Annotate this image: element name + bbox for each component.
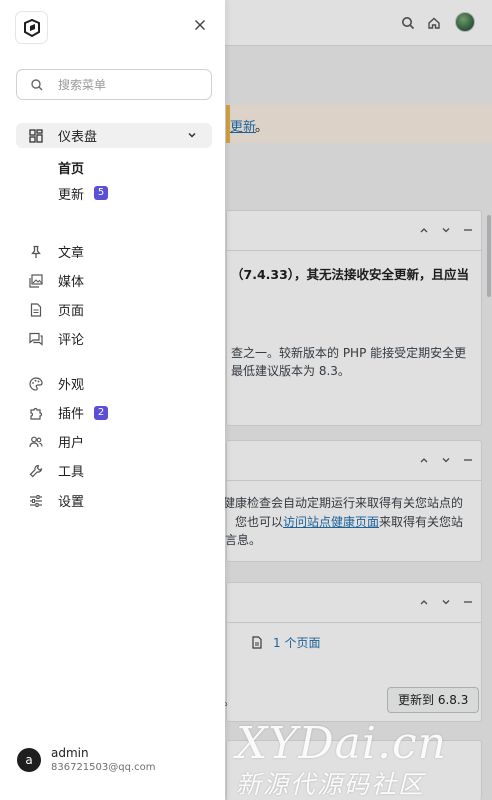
sidebar-item-posts[interactable]: 文章 <box>16 239 212 264</box>
users-icon <box>28 434 44 450</box>
sidebar-item-dashboard[interactable]: 仪表盘 <box>16 123 212 148</box>
sliders-icon <box>28 493 44 509</box>
close-drawer-button[interactable] <box>191 16 209 34</box>
updates-count-badge: 5 <box>94 186 109 200</box>
palette-icon <box>28 376 44 392</box>
dashboard-icon <box>28 128 44 144</box>
comment-icon <box>28 331 44 347</box>
sidebar-subitem-home[interactable]: 首页 <box>58 157 84 177</box>
sidebar-subitem-label: 首页 <box>58 161 85 177</box>
menu-search-input[interactable] <box>58 77 188 92</box>
sidebar-item-label: 插件 <box>58 407 85 422</box>
logo-icon <box>23 18 40 37</box>
media-icon <box>28 273 44 289</box>
sidebar-item-label: 评论 <box>58 333 85 348</box>
sidebar-item-users[interactable]: 用户 <box>16 429 212 454</box>
sidebar-item-label: 页面 <box>58 304 85 319</box>
sidebar-subitem-updates[interactable]: 更新 5 <box>58 183 109 203</box>
site-logo[interactable] <box>15 11 48 44</box>
sidebar-item-appearance[interactable]: 外观 <box>16 371 212 396</box>
user-name[interactable]: admin <box>51 746 89 760</box>
sidebar-item-label: 文章 <box>58 246 85 261</box>
sidebar-item-pages[interactable]: 页面 <box>16 297 212 322</box>
page-icon <box>28 302 44 318</box>
user-email: 836721503@qq.com <box>51 762 156 773</box>
watermark-subtitle: 新源代源码社区 <box>236 770 426 799</box>
sidebar-item-label: 外观 <box>58 378 85 393</box>
close-icon <box>195 20 205 30</box>
pin-icon <box>28 244 44 260</box>
search-icon <box>30 78 44 92</box>
sidebar-item-label: 仪表盘 <box>58 130 98 145</box>
sidebar-item-settings[interactable]: 设置 <box>16 488 212 513</box>
navigation-drawer: 仪表盘 首页 更新 5 文章 媒体 页面 评论 <box>0 0 225 800</box>
chevron-down-icon <box>186 129 198 141</box>
watermark-logo-text: XYDai.cn <box>236 718 447 769</box>
wrench-icon <box>28 463 44 479</box>
menu-search <box>16 69 212 100</box>
sidebar-item-tools[interactable]: 工具 <box>16 458 212 483</box>
sidebar-item-media[interactable]: 媒体 <box>16 268 212 293</box>
sidebar-item-label: 工具 <box>58 465 85 480</box>
plugin-icon <box>28 405 44 421</box>
sidebar-item-label: 媒体 <box>58 275 85 290</box>
sidebar-subitem-label: 更新 <box>58 187 85 203</box>
sidebar-item-plugins[interactable]: 插件 2 <box>16 400 212 425</box>
sidebar-item-label: 用户 <box>58 436 85 451</box>
user-avatar[interactable]: a <box>17 748 41 772</box>
plugins-count-badge: 2 <box>94 405 109 420</box>
sidebar-item-comments[interactable]: 评论 <box>16 326 212 351</box>
sidebar-item-label: 设置 <box>58 495 85 510</box>
